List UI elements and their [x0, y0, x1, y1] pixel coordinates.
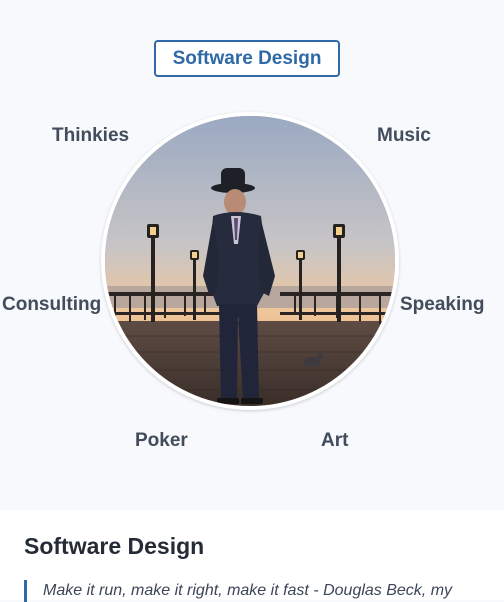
topic-art[interactable]: Art [321, 430, 348, 452]
topic-consulting[interactable]: Consulting [2, 294, 101, 316]
active-topic-button[interactable]: Software Design [154, 40, 340, 77]
portrait-photo [101, 112, 399, 410]
topic-poker[interactable]: Poker [135, 430, 188, 452]
section-title: Software Design [24, 533, 205, 559]
topic-speaking[interactable]: Speaking [400, 294, 484, 316]
portrait-photo-illustration [105, 116, 395, 406]
hero-section: Software Design Thinkies Music Consultin… [0, 0, 504, 510]
topic-music[interactable]: Music [377, 125, 431, 147]
section-quote: Make it run, make it right, make it fast… [24, 580, 452, 602]
topic-thinkies[interactable]: Thinkies [52, 125, 129, 147]
